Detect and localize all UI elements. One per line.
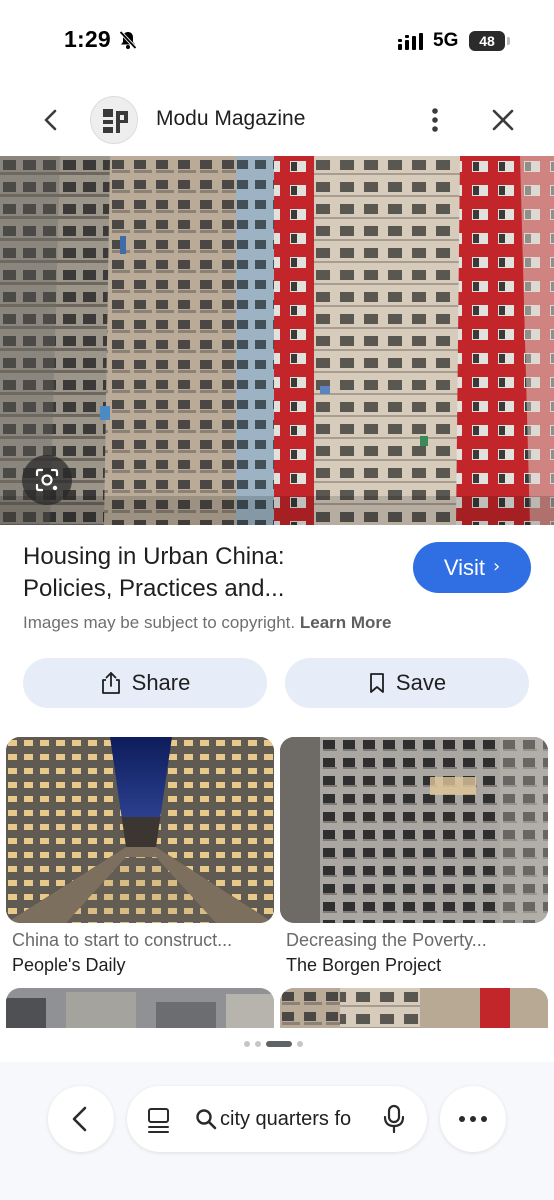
more-vertical-icon[interactable]: [420, 104, 450, 136]
copyright-text: Images may be subject to copyright.: [23, 613, 296, 632]
share-label: Share: [131, 670, 191, 695]
more-horizontal-icon: [459, 1116, 487, 1122]
related-image-1-art: [6, 737, 274, 923]
result-title[interactable]: Housing in Urban China: Policies, Practi…: [23, 541, 393, 605]
learn-more-link[interactable]: Learn More: [300, 613, 392, 632]
site-name[interactable]: Modu Magazine: [156, 107, 305, 131]
network-type: 5G: [433, 30, 459, 51]
related-image-2[interactable]: [280, 737, 548, 923]
status-bar: 1:29 5G 48: [0, 0, 554, 84]
pagination-dot: [297, 1041, 303, 1047]
more-menu-button[interactable]: [440, 1086, 506, 1152]
related-image-4[interactable]: [280, 988, 548, 1028]
battery-icon: 48: [469, 31, 505, 51]
related-title-1: China to start to construct...: [12, 930, 233, 950]
site-logo[interactable]: [90, 96, 138, 144]
viewer-header: Modu Magazine: [0, 90, 554, 150]
related-image-4-art: [280, 988, 548, 1028]
battery-tip: [507, 37, 510, 45]
signal-icon: [398, 33, 423, 50]
copyright-notice: Images may be subject to copyright. Lear…: [23, 613, 392, 633]
chevron-right-icon: ›: [492, 556, 501, 577]
related-caption-2[interactable]: Decreasing the Poverty... The Borgen Pro…: [286, 930, 554, 976]
related-title-2: Decreasing the Poverty...: [286, 930, 487, 950]
save-button[interactable]: Save: [285, 658, 529, 708]
pagination-dot: [266, 1041, 292, 1047]
result-title-line-2: Policies, Practices and...: [23, 575, 285, 602]
search-input[interactable]: [220, 1105, 368, 1133]
pagination-dot: [244, 1041, 250, 1047]
google-lens-button[interactable]: [22, 455, 72, 505]
related-caption-1[interactable]: China to start to construct... People's …: [12, 930, 280, 976]
mic-icon[interactable]: [383, 1104, 405, 1134]
share-icon: [101, 672, 120, 694]
tabs-icon[interactable]: [147, 1106, 173, 1134]
related-source-2: The Borgen Project: [286, 955, 442, 975]
hero-image[interactable]: [0, 156, 554, 525]
visit-button[interactable]: Visit ›: [413, 542, 531, 593]
bell-muted-icon: [119, 30, 137, 50]
chevron-left-icon[interactable]: [34, 102, 68, 138]
related-source-1: People's Daily: [12, 955, 126, 975]
visit-label: Visit: [443, 554, 485, 580]
related-image-3-art: [6, 988, 274, 1028]
bookmark-icon: [370, 673, 384, 693]
pagination-dots: [244, 1041, 303, 1047]
related-image-1[interactable]: [6, 737, 274, 923]
related-image-3[interactable]: [6, 988, 274, 1028]
chevron-left-icon: [72, 1106, 87, 1132]
pagination-dot: [255, 1041, 261, 1047]
result-title-line-1: Housing in Urban China:: [23, 543, 285, 570]
site-logo-glyph: [103, 109, 128, 133]
battery-level: 48: [479, 33, 495, 49]
search-icon: [196, 1109, 217, 1130]
save-label: Save: [395, 670, 447, 695]
lens-icon: [35, 468, 59, 492]
related-image-2-art: [280, 737, 548, 923]
status-time: 1:29: [64, 26, 111, 52]
close-icon[interactable]: [487, 104, 519, 136]
hero-image-art: [0, 156, 554, 525]
nav-back-button[interactable]: [48, 1086, 114, 1152]
search-bar[interactable]: [127, 1086, 427, 1152]
bottom-toolbar: [0, 1062, 554, 1200]
share-button[interactable]: Share: [23, 658, 267, 708]
